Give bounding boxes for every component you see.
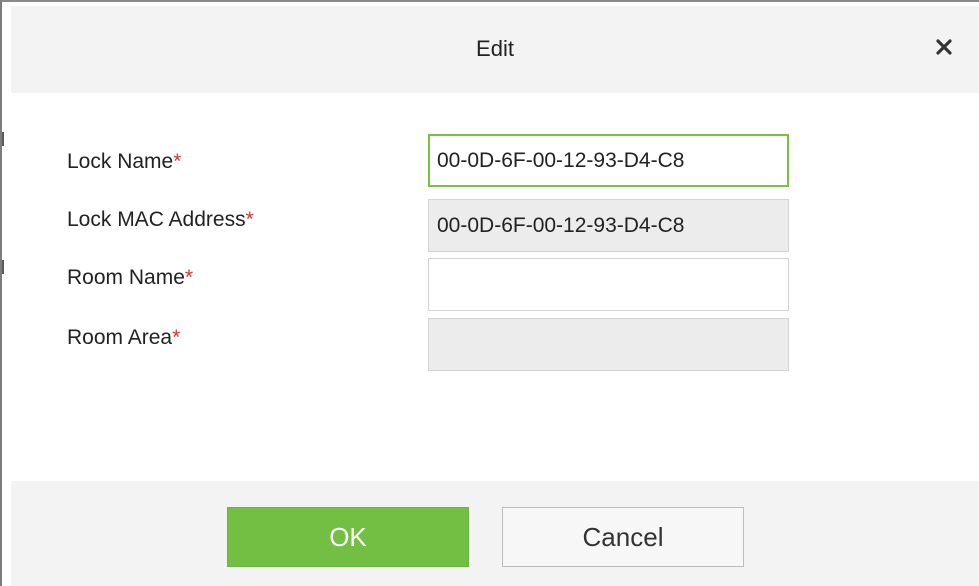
dialog-header: Edit xyxy=(11,6,979,93)
cancel-button[interactable]: Cancel xyxy=(502,507,744,567)
room-area-select[interactable] xyxy=(428,318,789,371)
required-mark: * xyxy=(172,326,181,349)
lock-name-input[interactable]: 00-0D-6F-00-12-93-D4-C8 xyxy=(428,134,789,187)
close-icon[interactable] xyxy=(931,34,957,60)
frame-tick xyxy=(2,260,4,274)
dialog-footer: OK Cancel xyxy=(11,481,979,586)
required-mark: * xyxy=(184,266,194,289)
edit-dialog: Edit Lock Name* 00-0D-6F-00-12-93-D4-C8 … xyxy=(11,6,979,586)
ok-button[interactable]: OK xyxy=(227,507,469,567)
lock-name-label: Lock Name* xyxy=(67,150,182,173)
required-mark: * xyxy=(245,208,254,231)
required-mark: * xyxy=(173,150,182,173)
room-area-label: Room Area* xyxy=(67,326,181,349)
dialog-title: Edit xyxy=(476,36,514,61)
lock-mac-input: 00-0D-6F-00-12-93-D4-C8 xyxy=(428,199,789,252)
room-name-input[interactable] xyxy=(428,258,789,311)
dialog-body: Lock Name* 00-0D-6F-00-12-93-D4-C8 Lock … xyxy=(11,93,979,481)
lock-mac-label: Lock MAC Address* xyxy=(67,208,254,231)
frame-tick xyxy=(2,132,4,146)
room-name-label: Room Name* xyxy=(67,266,194,289)
